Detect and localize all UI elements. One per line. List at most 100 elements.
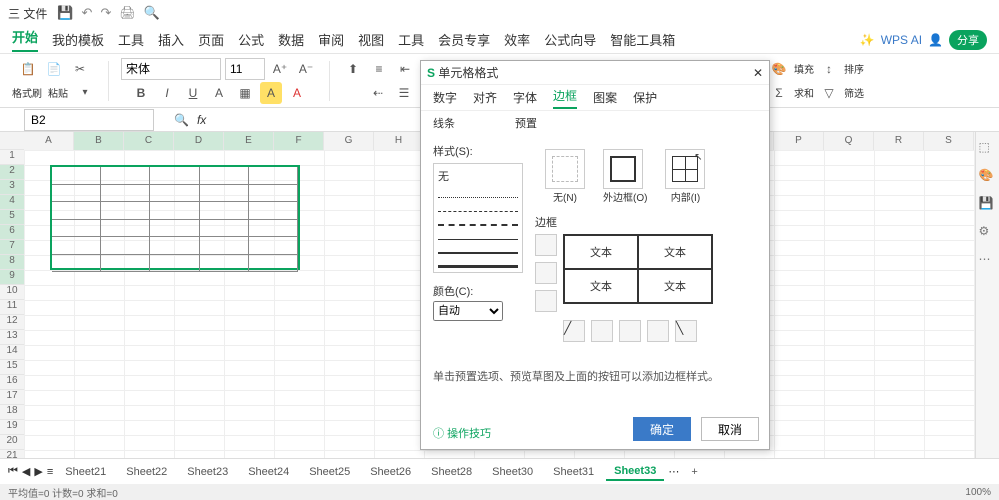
side-more-icon[interactable]: ⋯	[979, 252, 997, 270]
add-sheet-button[interactable]: +	[683, 464, 705, 480]
tab-list-icon[interactable]: ≡	[47, 466, 53, 478]
sheet-tab[interactable]: Sheet25	[301, 464, 358, 480]
tab-next-icon[interactable]: ▶	[34, 465, 42, 478]
color-select[interactable]: 自动	[433, 301, 503, 321]
sheet-tab[interactable]: Sheet21	[57, 464, 114, 480]
row-header[interactable]: 19	[0, 420, 24, 435]
fx-label[interactable]: fx	[197, 113, 206, 127]
row-header[interactable]: 14	[0, 345, 24, 360]
side-backup-icon[interactable]: 💾	[979, 196, 997, 214]
cancel-button[interactable]: 取消	[701, 417, 759, 441]
row-header[interactable]: 11	[0, 300, 24, 315]
col-header[interactable]: C	[124, 132, 174, 150]
side-style-icon[interactable]: 🎨	[979, 168, 997, 186]
tab-pattern[interactable]: 图案	[593, 89, 617, 106]
user-icon[interactable]: 👤	[928, 33, 943, 47]
cut-icon[interactable]: ✂	[69, 58, 91, 80]
font-decrease-icon[interactable]: A⁻	[295, 58, 317, 80]
col-header[interactable]: E	[224, 132, 274, 150]
row-header[interactable]: 13	[0, 330, 24, 345]
sort-icon[interactable]: ↕	[818, 58, 840, 80]
search-icon[interactable]: 🔍	[144, 5, 160, 21]
col-header[interactable]: P	[774, 132, 824, 150]
border-bottom-button[interactable]	[535, 290, 557, 312]
paste-icon[interactable]: 📋	[17, 58, 39, 80]
col-header[interactable]: B	[74, 132, 124, 150]
filter-label[interactable]: 筛选	[844, 85, 864, 100]
row-header[interactable]: 20	[0, 435, 24, 450]
sheet-tab[interactable]: Sheet22	[118, 464, 175, 480]
sum-label[interactable]: 求和	[794, 85, 814, 100]
border-vmid-button[interactable]	[619, 320, 641, 342]
menu-data[interactable]: 数据	[278, 30, 304, 49]
align-middle-icon[interactable]: ≡	[368, 58, 390, 80]
menu-formula[interactable]: 公式	[238, 30, 264, 49]
indent-dec-icon[interactable]: ⇤	[394, 58, 416, 80]
row-header[interactable]: 6	[0, 225, 24, 240]
menu-view[interactable]: 视图	[358, 30, 384, 49]
row-header[interactable]: 17	[0, 390, 24, 405]
col-header[interactable]: S	[924, 132, 974, 150]
menu-page[interactable]: 页面	[198, 30, 224, 49]
col-header[interactable]: A	[24, 132, 74, 150]
side-settings-icon[interactable]: ⚙	[979, 224, 997, 242]
preview-grid[interactable]: 文本 文本 文本 文本	[563, 234, 713, 304]
paste-label[interactable]: 粘贴	[48, 85, 68, 100]
align-center-icon[interactable]: ☰	[393, 82, 415, 104]
redo-icon[interactable]: ↷	[100, 5, 111, 21]
underline-button[interactable]: U	[182, 82, 204, 104]
close-icon[interactable]: ✕	[753, 66, 763, 80]
select-all[interactable]	[0, 132, 24, 150]
menu-review[interactable]: 审阅	[318, 30, 344, 49]
filter-icon[interactable]: ▽	[818, 82, 840, 104]
tab-prev-icon[interactable]: ◀	[22, 465, 30, 478]
highlight-icon[interactable]: A	[260, 82, 282, 104]
ok-button[interactable]: 确定	[633, 417, 691, 441]
row-header[interactable]: 10	[0, 285, 24, 300]
row-header[interactable]: 8	[0, 255, 24, 270]
font-color-icon[interactable]: A	[286, 82, 308, 104]
menu-efficiency[interactable]: 效率	[504, 30, 530, 49]
row-header[interactable]: 2	[0, 165, 24, 180]
tab-more-icon[interactable]: ⋯	[668, 465, 679, 478]
tab-align[interactable]: 对齐	[473, 89, 497, 106]
line-style-list[interactable]: 无	[433, 163, 523, 273]
wps-ai[interactable]: ✨ WPS AI 👤 分享	[860, 30, 987, 50]
border-icon[interactable]: ▦	[234, 82, 256, 104]
sheet-tab[interactable]: Sheet31	[545, 464, 602, 480]
bold-button[interactable]: B	[130, 82, 152, 104]
share-button[interactable]: 分享	[949, 30, 987, 50]
col-header[interactable]: R	[874, 132, 924, 150]
selected-range[interactable]	[50, 165, 300, 270]
sheet-tab-active[interactable]: Sheet33	[606, 463, 664, 481]
col-header[interactable]: H	[374, 132, 424, 150]
tab-first-icon[interactable]: ⏮	[8, 465, 18, 478]
row-header[interactable]: 15	[0, 360, 24, 375]
col-header[interactable]: Q	[824, 132, 874, 150]
border-hmid-button[interactable]	[535, 262, 557, 284]
border-top-button[interactable]	[535, 234, 557, 256]
menu-insert[interactable]: 插入	[158, 30, 184, 49]
font-name-input[interactable]	[121, 58, 221, 80]
sum-icon[interactable]: Σ	[768, 82, 790, 104]
col-header[interactable]: F	[274, 132, 324, 150]
menu-smart-tools[interactable]: 智能工具箱	[610, 30, 675, 49]
font-size-input[interactable]	[225, 58, 265, 80]
align-top-icon[interactable]: ⬆	[342, 58, 364, 80]
align-left-icon[interactable]: ⇠	[367, 82, 389, 104]
undo-icon[interactable]: ↶	[82, 5, 93, 21]
fill-icon[interactable]: 🎨	[768, 58, 790, 80]
save-icon[interactable]: 💾	[57, 5, 73, 21]
row-header[interactable]: 7	[0, 240, 24, 255]
menu-tools2[interactable]: 工具	[398, 30, 424, 49]
row-header[interactable]: 18	[0, 405, 24, 420]
doc-menu[interactable]: 三 文件	[8, 5, 47, 22]
name-box[interactable]	[24, 109, 154, 131]
sheet-tab[interactable]: Sheet24	[240, 464, 297, 480]
copy-icon[interactable]: 📄	[43, 58, 65, 80]
border-diagup-button[interactable]: ╱	[563, 320, 585, 342]
format-painter-label[interactable]: 格式刷	[12, 85, 42, 100]
menu-tools[interactable]: 工具	[118, 30, 144, 49]
fx-icon[interactable]: 🔍	[174, 113, 189, 127]
menu-formula-guide[interactable]: 公式向导	[544, 30, 596, 49]
